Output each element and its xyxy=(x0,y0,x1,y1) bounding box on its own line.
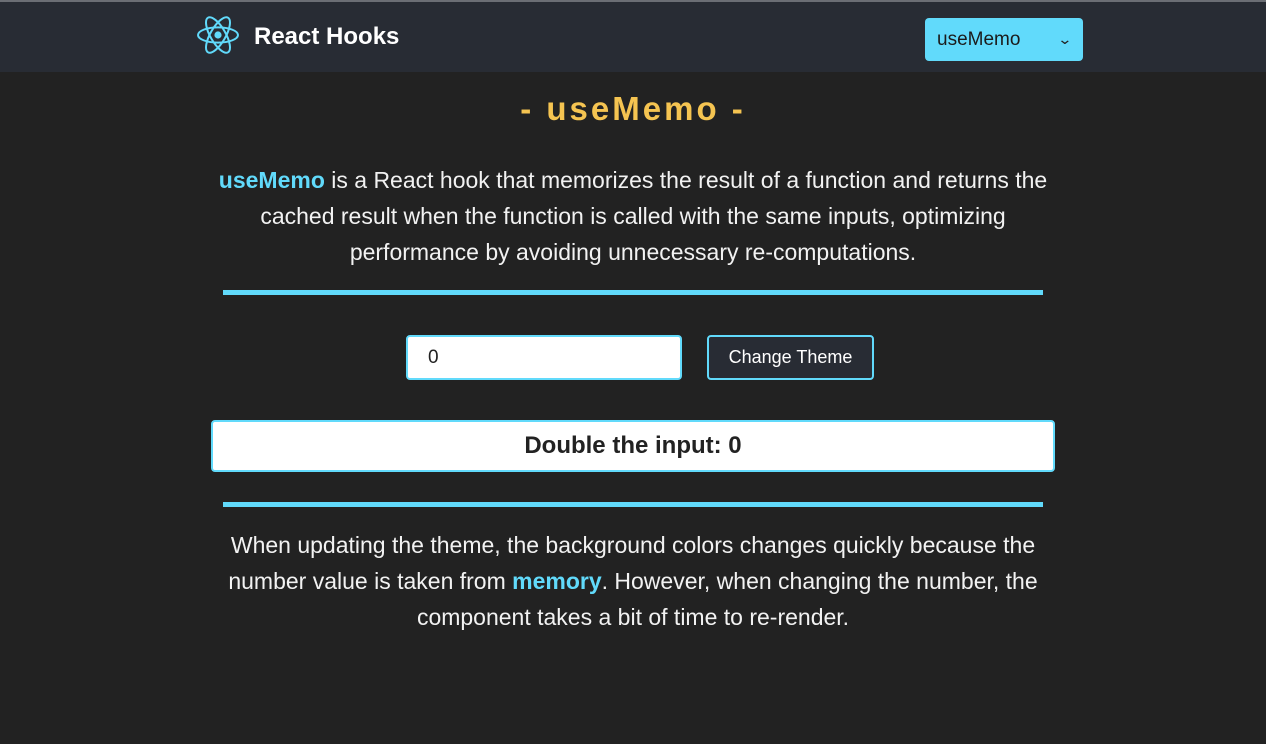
change-theme-button[interactable]: Change Theme xyxy=(707,335,874,380)
hook-name-highlight: useMemo xyxy=(218,167,325,193)
result-box: Double the input: 0 xyxy=(211,420,1055,472)
brand-title: React Hooks xyxy=(254,23,400,50)
result-value: 0 xyxy=(728,432,742,459)
memory-highlight: memory xyxy=(512,568,602,594)
result-label: Double the input: xyxy=(524,432,722,459)
divider xyxy=(223,502,1043,507)
divider xyxy=(223,290,1043,295)
explanation-note: When updating the theme, the background … xyxy=(218,527,1048,635)
react-atom-icon xyxy=(196,15,240,60)
hook-description: useMemo is a React hook that memorizes t… xyxy=(218,162,1048,270)
number-input-value: 0 xyxy=(428,346,439,368)
hook-select-value: useMemo xyxy=(937,28,1021,50)
number-input[interactable]: 0 xyxy=(406,335,682,380)
brand[interactable]: React Hooks xyxy=(196,15,400,60)
page-title: - useMemo - xyxy=(520,90,746,127)
chevron-down-icon: ⌄ xyxy=(1057,31,1073,47)
hook-description-text: is a React hook that memorizes the resul… xyxy=(260,167,1048,265)
navbar: React Hooks useMemo ⌄ xyxy=(0,2,1266,72)
hook-select[interactable]: useMemo ⌄ xyxy=(925,18,1083,61)
